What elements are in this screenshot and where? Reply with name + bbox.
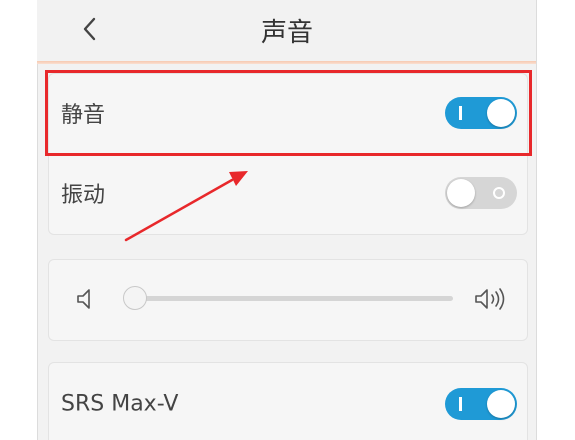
toggle-knob [447,179,475,207]
volume-high-icon [475,288,505,310]
toggle-knob [487,390,515,418]
phone-screen: 声音 静音 振动 SRS Max-V [37,0,537,440]
mute-toggle[interactable] [445,97,517,129]
volume-slider-thumb[interactable] [123,286,147,310]
app-header: 声音 [37,0,537,62]
toggle-on-mark-icon [459,106,462,120]
toggle-knob [487,99,515,127]
toggle-on-mark-icon [459,397,462,411]
srs-row[interactable]: SRS Max-V [49,365,527,440]
page-title: 声音 [260,18,313,48]
volume-low-icon [77,289,90,309]
volume-slider[interactable] [123,286,453,310]
toggle-off-mark-icon [493,187,505,199]
mute-label: 静音 [61,103,106,128]
vibrate-toggle[interactable] [445,177,517,209]
volume-card [48,259,528,341]
srs-label: SRS Max-V [61,391,179,417]
srs-card: SRS Max-V [48,362,528,440]
srs-toggle[interactable] [445,388,517,420]
vibrate-row[interactable]: 振动 [49,154,527,232]
toggles-card: 静音 振动 [48,73,528,235]
mute-row[interactable]: 静音 [49,74,527,152]
header-divider [37,61,537,64]
vibrate-label: 振动 [61,183,106,208]
